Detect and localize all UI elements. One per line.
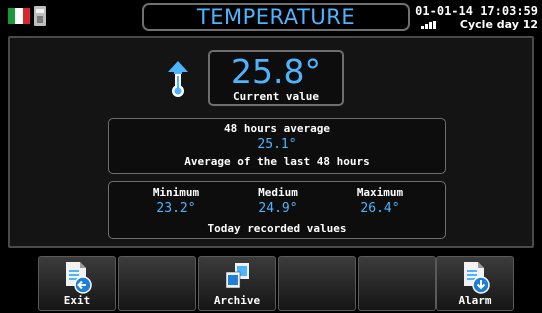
exit-button-label: Exit: [63, 294, 91, 307]
signal-strength-icon: [421, 21, 439, 29]
maximum-value: 26.4°: [360, 201, 400, 216]
average-description: Average of the last 48 hours: [184, 155, 370, 168]
alarm-button-label: Alarm: [458, 294, 492, 307]
current-value-label: Current value: [232, 90, 320, 103]
today-caption: Today recorded values: [207, 222, 347, 235]
cycle-day: Cycle day 12: [459, 18, 538, 31]
date-time: 01-01-14 17:03:59: [415, 4, 538, 18]
average-title: 48 hours average: [224, 122, 330, 135]
average-value: 25.1°: [257, 137, 297, 152]
empty-button-2[interactable]: [278, 256, 356, 311]
minimum-stat: Minimum 23.2°: [131, 186, 221, 216]
minimum-label: Minimum: [152, 186, 200, 199]
title-box: TEMPERATURE: [142, 3, 410, 31]
archive-button-label: Archive: [213, 294, 261, 307]
current-temperature-value: 25.8°: [231, 52, 321, 91]
medium-value: 24.9°: [258, 201, 298, 216]
archive-button[interactable]: Archive: [198, 256, 276, 311]
medium-label: Medium: [258, 186, 298, 199]
empty-button-1[interactable]: [118, 256, 196, 311]
language-flag-icon[interactable]: [8, 8, 30, 24]
alarm-button[interactable]: Alarm: [436, 256, 514, 311]
current-value-box: 25.8° Current value: [208, 50, 344, 106]
medium-stat: Medium 24.9°: [233, 186, 323, 216]
exit-document-icon: [66, 262, 92, 294]
thermometer-up-icon: [168, 61, 188, 97]
page-title: TEMPERATURE: [196, 5, 356, 29]
empty-button-3[interactable]: [358, 256, 436, 311]
maximum-label: Maximum: [356, 186, 404, 199]
archive-icon: [225, 263, 249, 289]
maximum-stat: Maximum 26.4°: [335, 186, 425, 216]
today-stats-box: Minimum 23.2° Medium 24.9° Maximum 26.4°…: [108, 181, 446, 239]
exit-button[interactable]: Exit: [38, 256, 116, 311]
average-box: 48 hours average 25.1° Average of the la…: [108, 118, 446, 174]
alarm-document-icon: [464, 262, 490, 294]
sd-card-icon: [34, 6, 46, 26]
minimum-value: 23.2°: [156, 201, 196, 216]
status-area: 01-01-14 17:03:59 Cycle day 12: [415, 4, 542, 32]
